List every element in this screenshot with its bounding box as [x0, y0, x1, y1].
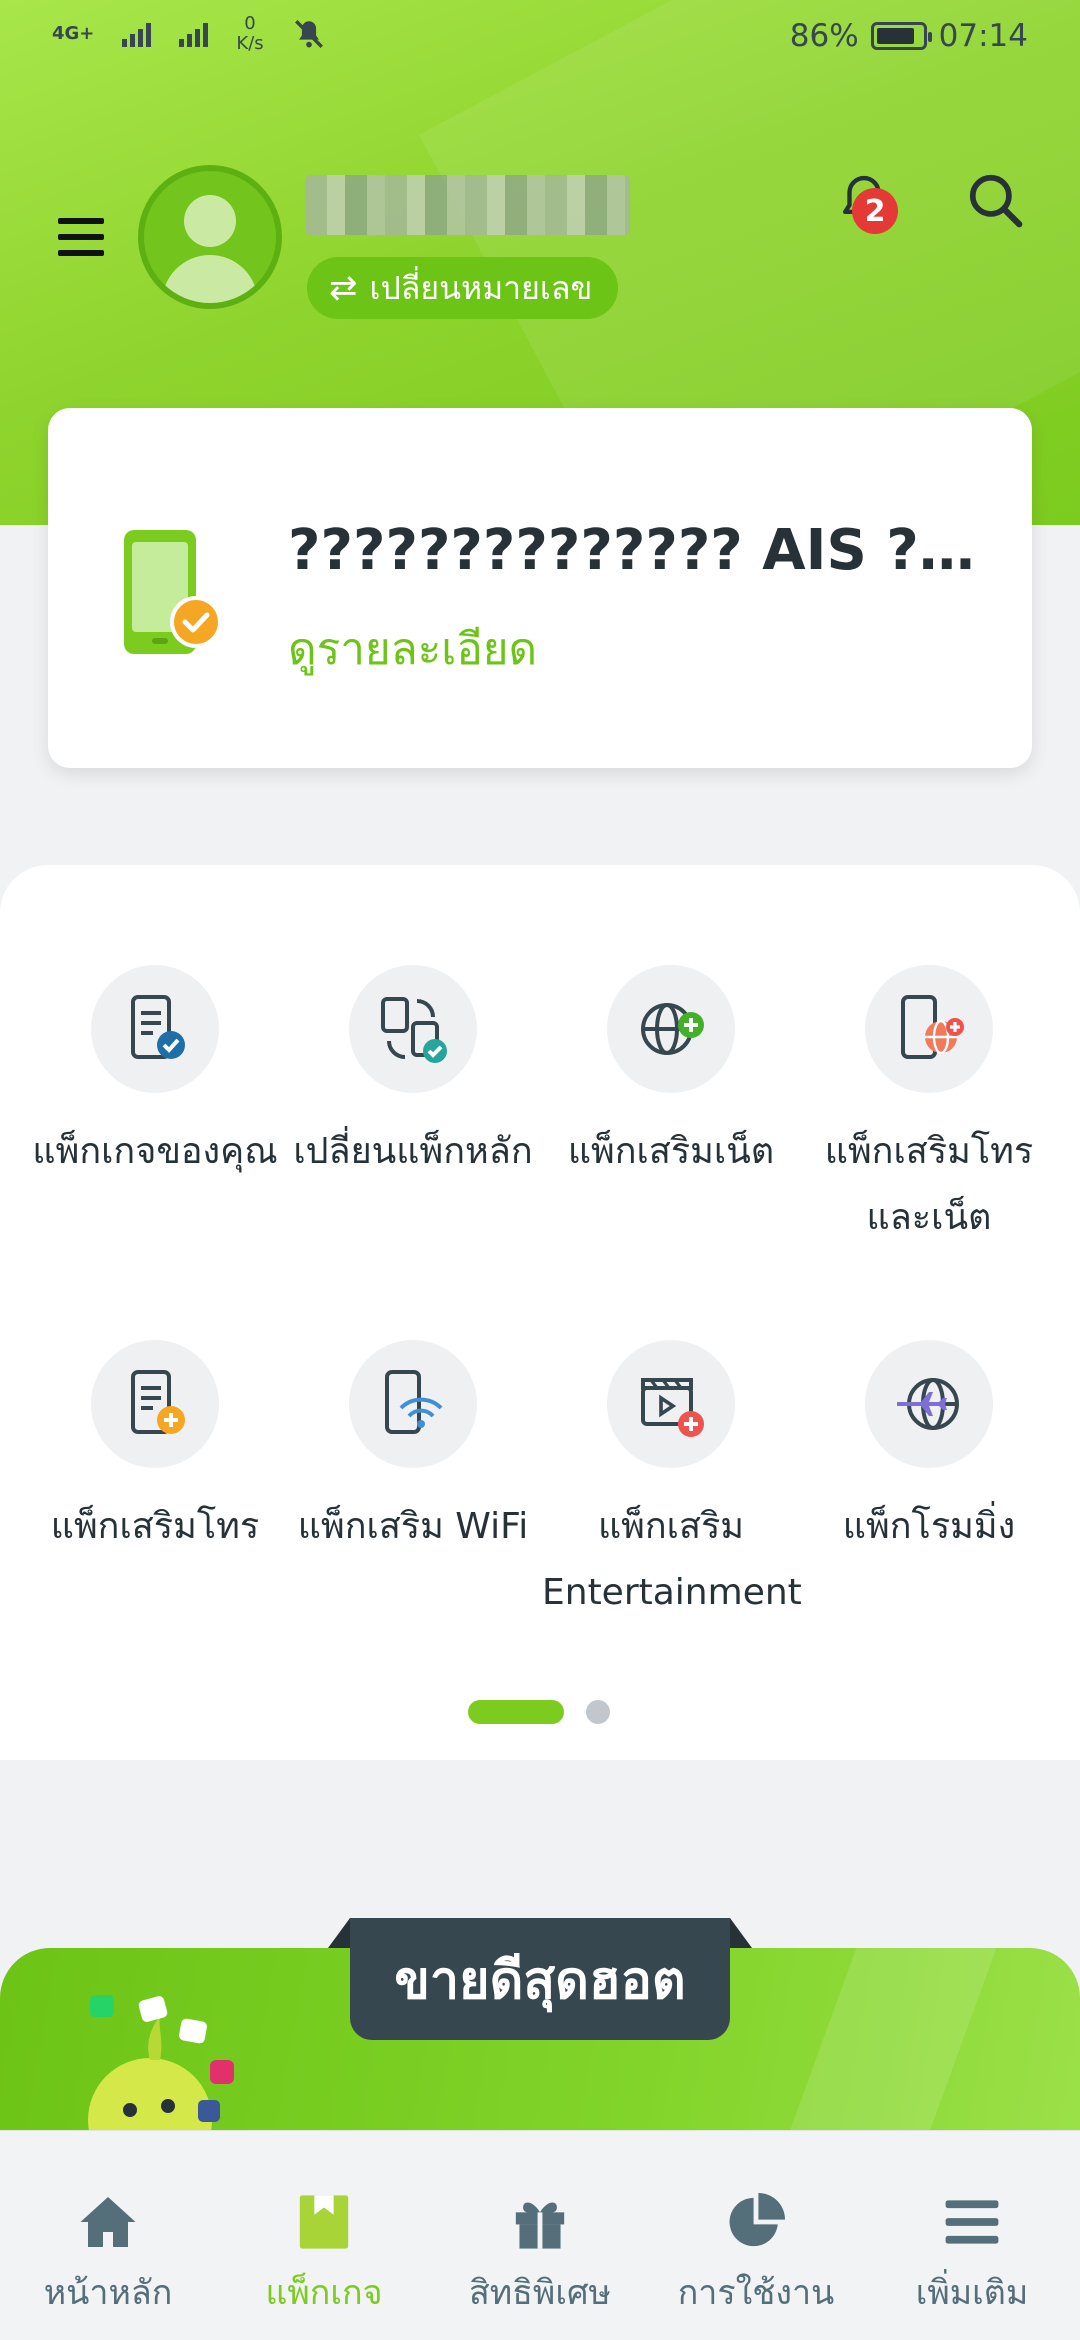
nav-privileges[interactable]: สิทธิพิเศษ: [432, 2191, 648, 2319]
wifi-addon-icon: [349, 1340, 477, 1468]
grid-item-internet-addon[interactable]: แพ็กเสริมเน็ต: [536, 965, 806, 1185]
network-speed: 0 K/s: [236, 13, 264, 54]
status-bar: 4G+ 0 K/s 86% 07:14: [0, 0, 1080, 80]
clock: 07:14: [938, 18, 1028, 54]
nav-usage[interactable]: การใช้งาน: [648, 2191, 864, 2319]
grid-item-call-and-net-addon[interactable]: แพ็กเสริมโทรและเน็ต: [794, 965, 1064, 1251]
change-number-label: เปลี่ยนหมายเลข: [369, 268, 593, 307]
notification-badge: 2: [852, 188, 898, 234]
call-addon-icon: [91, 1340, 219, 1468]
signal-icon-2: [179, 21, 209, 47]
page-indicator: [468, 1700, 610, 1724]
promo-title: ขายดีสุดฮอต: [328, 1918, 752, 2040]
signal-icon: [122, 21, 152, 47]
hamburger-menu-icon[interactable]: [58, 218, 104, 256]
mascot-illustration: [88, 1995, 234, 2140]
avatar[interactable]: [138, 165, 282, 309]
grid-item-label: แพ็กเสริม Entertainment: [542, 1506, 802, 1613]
nav-package[interactable]: แพ็กเกจ: [216, 2191, 432, 2319]
package-title: ?????????????? AIS ???...: [288, 518, 988, 583]
grid-item-label: เปลี่ยนแพ็กหลัก: [293, 1131, 533, 1172]
grid-item-your-package[interactable]: แพ็กเกจของคุณ: [20, 965, 290, 1185]
nav-label: หน้าหลัก: [43, 2273, 173, 2313]
page-dot-active: [468, 1700, 564, 1724]
grid-item-entertainment-addon[interactable]: แพ็กเสริม Entertainment: [536, 1340, 806, 1626]
entertainment-addon-icon: [607, 1340, 735, 1468]
grid-item-roaming[interactable]: แพ็กโรมมิ่ง: [794, 1340, 1064, 1560]
nav-label: เพิ่มเติม: [915, 2273, 1029, 2313]
change-main-package-icon: [349, 965, 477, 1093]
grid-item-label: แพ็กเสริมโทร: [50, 1506, 260, 1547]
change-number-button[interactable]: ⇄ เปลี่ยนหมายเลข: [307, 257, 619, 319]
page-dot: [586, 1700, 610, 1724]
nav-label: การใช้งาน: [677, 2273, 835, 2313]
network-type: 4G+: [52, 23, 95, 44]
grid-item-label: แพ็กโรมมิ่ง: [842, 1506, 1016, 1547]
current-package-card[interactable]: ?????????????? AIS ???... ดูรายละเอียด: [48, 408, 1032, 768]
battery-percent: 86%: [789, 18, 859, 54]
battery-icon: [870, 22, 932, 50]
more-menu-icon: [864, 2191, 1080, 2253]
nav-label: สิทธิพิเศษ: [469, 2273, 611, 2313]
user-name-blurred: [305, 175, 630, 235]
package-icon: [216, 2191, 432, 2253]
grid-item-change-main-package[interactable]: เปลี่ยนแพ็กหลัก: [278, 965, 548, 1185]
view-details-link[interactable]: ดูรายละเอียด: [288, 614, 537, 684]
grid-item-label: แพ็กเสริมเน็ต: [567, 1131, 775, 1172]
roaming-icon: [865, 1340, 993, 1468]
grid-item-label: แพ็กเสริม WiFi: [297, 1506, 529, 1547]
internet-addon-icon: [607, 965, 735, 1093]
grid-item-label: แพ็กเสริมโทรและเน็ต: [824, 1131, 1034, 1238]
call-and-net-addon-icon: [865, 965, 993, 1093]
your-package-icon: [91, 965, 219, 1093]
grid-item-call-addon[interactable]: แพ็กเสริมโทร: [20, 1340, 290, 1560]
gift-icon: [432, 2191, 648, 2253]
nav-more[interactable]: เพิ่มเติม: [864, 2191, 1080, 2319]
usage-pie-icon: [648, 2191, 864, 2253]
swap-arrows-icon: ⇄: [329, 268, 358, 308]
home-icon: [0, 2191, 216, 2253]
grid-item-label: แพ็กเกจของคุณ: [32, 1131, 278, 1172]
nav-label: แพ็กเกจ: [265, 2273, 383, 2313]
grid-item-wifi-addon[interactable]: แพ็กเสริม WiFi: [278, 1340, 548, 1560]
bottom-navigation: หน้าหลัก แพ็กเกจ สิทธิพิเศษ การใช้งาน เพ…: [0, 2130, 1080, 2340]
nav-home[interactable]: หน้าหลัก: [0, 2191, 216, 2319]
search-icon[interactable]: [965, 170, 1027, 232]
phone-check-icon: [124, 530, 222, 654]
bell-muted-icon: [294, 20, 323, 48]
